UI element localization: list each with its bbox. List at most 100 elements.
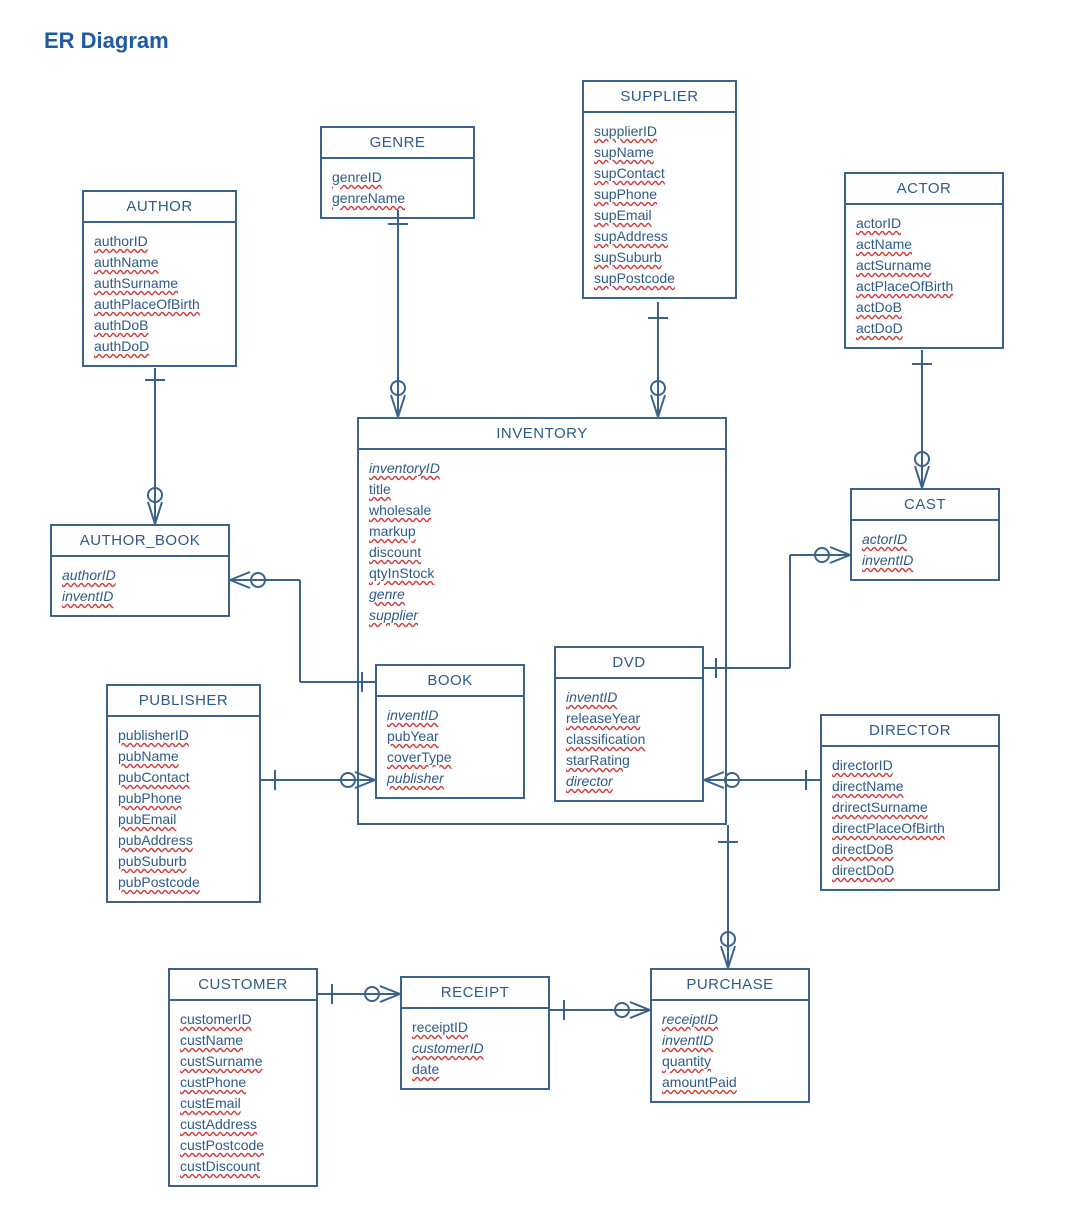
attr: actDoB (856, 297, 992, 318)
entity-genre: GENRE genreID genreName (320, 126, 475, 219)
entity-publisher: PUBLISHER publisherID pubName pubContact… (106, 684, 261, 903)
attr: supplierID (594, 121, 725, 142)
attr: qtyInStock (369, 563, 715, 584)
attr: custPhone (180, 1072, 306, 1093)
entity-cast-header: CAST (852, 490, 998, 521)
attr: supAddress (594, 226, 725, 247)
attr: actorID (862, 529, 988, 550)
entity-purchase: PURCHASE receiptID inventID quantity amo… (650, 968, 810, 1103)
entity-director: DIRECTOR directorID directName drirectSu… (820, 714, 1000, 891)
attr: coverType (387, 747, 513, 768)
attr: customerID (180, 1009, 306, 1030)
entity-receipt-header: RECEIPT (402, 978, 548, 1009)
page-title: ER Diagram (44, 28, 169, 54)
attr: pubEmail (118, 809, 249, 830)
attr: receiptID (412, 1017, 538, 1038)
entity-supplier: SUPPLIER supplierID supName supContact s… (582, 80, 737, 299)
attr: inventID (62, 586, 218, 607)
entity-author-body: authorID authName authSurname authPlaceO… (84, 223, 235, 365)
attr: publisher (387, 768, 513, 789)
attr: inventID (566, 687, 692, 708)
attr: actName (856, 234, 992, 255)
attr: inventID (662, 1030, 798, 1051)
entity-cast-body: actorID inventID (852, 521, 998, 579)
attr: actSurname (856, 255, 992, 276)
entity-genre-header: GENRE (322, 128, 473, 159)
attr: quantity (662, 1051, 798, 1072)
attr: custName (180, 1030, 306, 1051)
attr: actorID (856, 213, 992, 234)
entity-author-book-header: AUTHOR_BOOK (52, 526, 228, 557)
attr: supPostcode (594, 268, 725, 289)
attr: supSuburb (594, 247, 725, 268)
attr: authDoB (94, 315, 225, 336)
attr: starRating (566, 750, 692, 771)
entity-receipt-body: receiptID customerID date (402, 1009, 548, 1088)
entity-receipt: RECEIPT receiptID customerID date (400, 976, 550, 1090)
entity-purchase-header: PURCHASE (652, 970, 808, 1001)
attr: custEmail (180, 1093, 306, 1114)
attr: custSurname (180, 1051, 306, 1072)
entity-actor-body: actorID actName actSurname actPlaceOfBir… (846, 205, 1002, 347)
entity-book: BOOK inventID pubYear coverType publishe… (375, 664, 525, 799)
attr: authPlaceOfBirth (94, 294, 225, 315)
entity-customer-body: customerID custName custSurname custPhon… (170, 1001, 316, 1185)
attr: genreID (332, 167, 463, 188)
attr: genre (369, 584, 715, 605)
entity-author-book: AUTHOR_BOOK authorID inventID (50, 524, 230, 617)
attr: pubSuburb (118, 851, 249, 872)
attr: directDoD (832, 860, 988, 881)
entity-author-header: AUTHOR (84, 192, 235, 223)
attr: pubPhone (118, 788, 249, 809)
attr: publisherID (118, 725, 249, 746)
attr: wholesale (369, 500, 715, 521)
attr: directName (832, 776, 988, 797)
entity-publisher-header: PUBLISHER (108, 686, 259, 717)
attr: title (369, 479, 715, 500)
entity-publisher-body: publisherID pubName pubContact pubPhone … (108, 717, 259, 901)
entity-author: AUTHOR authorID authName authSurname aut… (82, 190, 237, 367)
entity-customer-header: CUSTOMER (170, 970, 316, 1001)
attr: amountPaid (662, 1072, 798, 1093)
attr: supEmail (594, 205, 725, 226)
entity-book-body: inventID pubYear coverType publisher (377, 697, 523, 797)
attr: pubAddress (118, 830, 249, 851)
entity-dvd: DVD inventID releaseYear classification … (554, 646, 704, 802)
entity-cast: CAST actorID inventID (850, 488, 1000, 581)
attr: directorID (832, 755, 988, 776)
entity-author-book-body: authorID inventID (52, 557, 228, 615)
entity-dvd-body: inventID releaseYear classification star… (556, 679, 702, 800)
attr: inventID (387, 705, 513, 726)
entity-dvd-header: DVD (556, 648, 702, 679)
attr: releaseYear (566, 708, 692, 729)
attr: actDoD (856, 318, 992, 339)
attr: supPhone (594, 184, 725, 205)
attr: customerID (412, 1038, 538, 1059)
entity-actor-header: ACTOR (846, 174, 1002, 205)
entity-inventory-body: inventoryID title wholesale markup disco… (359, 450, 725, 634)
attr: directDoB (832, 839, 988, 860)
entity-director-header: DIRECTOR (822, 716, 998, 747)
attr: authName (94, 252, 225, 273)
entity-supplier-header: SUPPLIER (584, 82, 735, 113)
entity-director-body: directorID directName drirectSurname dir… (822, 747, 998, 889)
attr: supContact (594, 163, 725, 184)
attr: supplier (369, 605, 715, 626)
attr: drirectSurname (832, 797, 988, 818)
attr: pubYear (387, 726, 513, 747)
attr: custDiscount (180, 1156, 306, 1177)
attr: custAddress (180, 1114, 306, 1135)
entity-book-header: BOOK (377, 666, 523, 697)
attr: actPlaceOfBirth (856, 276, 992, 297)
entity-actor: ACTOR actorID actName actSurname actPlac… (844, 172, 1004, 349)
attr: pubName (118, 746, 249, 767)
entity-supplier-body: supplierID supName supContact supPhone s… (584, 113, 735, 297)
attr: supName (594, 142, 725, 163)
attr: directPlaceOfBirth (832, 818, 988, 839)
attr: authDoD (94, 336, 225, 357)
attr: markup (369, 521, 715, 542)
entity-customer: CUSTOMER customerID custName custSurname… (168, 968, 318, 1187)
attr: pubContact (118, 767, 249, 788)
attr: authorID (94, 231, 225, 252)
attr: inventoryID (369, 458, 715, 479)
